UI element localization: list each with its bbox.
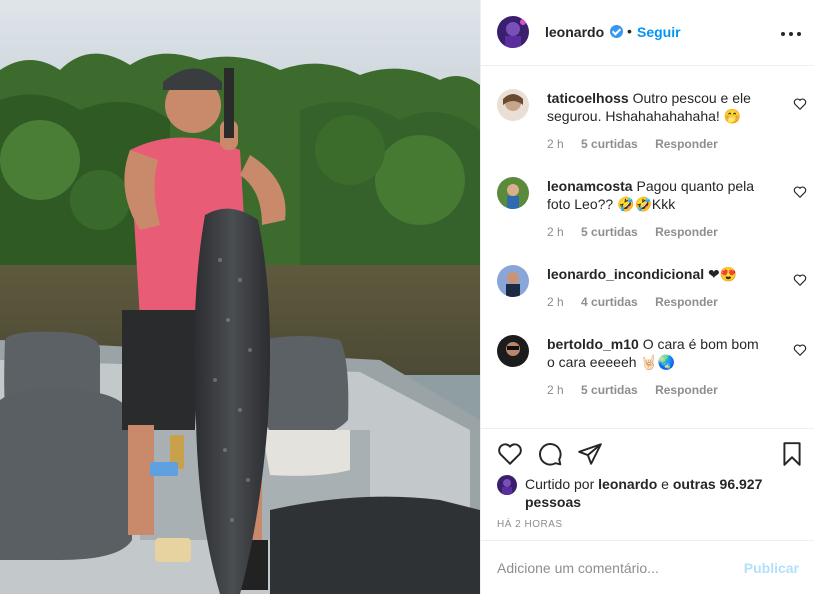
commenter-avatar[interactable] — [497, 335, 529, 367]
comment-time[interactable]: 2 h — [547, 225, 564, 239]
verified-badge-icon — [610, 25, 623, 38]
commenter-username[interactable]: taticoelhoss — [547, 90, 629, 106]
comment-meta: 2 h 5 curtidas Responder — [547, 383, 732, 397]
comment-text: ❤😍 — [708, 266, 738, 282]
comment-time[interactable]: 2 h — [547, 383, 564, 397]
comment-meta: 2 h 5 curtidas Responder — [547, 137, 732, 151]
commenter-avatar[interactable] — [497, 265, 529, 297]
header-separator: • — [627, 23, 632, 39]
reply-button[interactable]: Responder — [655, 225, 718, 239]
follow-button[interactable]: Seguir — [637, 24, 681, 40]
comment-likes[interactable]: 5 curtidas — [581, 225, 638, 239]
comment-heart-icon[interactable] — [793, 343, 807, 357]
reply-button[interactable]: Responder — [655, 295, 718, 309]
commenter-username[interactable]: leonamcosta — [547, 178, 633, 194]
commenter-username[interactable]: leonardo_incondicional — [547, 266, 704, 282]
post-side-panel: leonardo • Seguir taticoelhoss Outro pes… — [480, 0, 814, 594]
post-photo-illustration — [0, 0, 480, 594]
post-time[interactable]: HÁ 2 HORAS — [497, 519, 563, 530]
more-options-icon[interactable] — [781, 24, 801, 44]
comment-heart-icon[interactable] — [793, 273, 807, 287]
author-username[interactable]: leonardo — [545, 24, 604, 40]
commenter-avatar[interactable] — [497, 89, 529, 121]
comment-likes[interactable]: 5 curtidas — [581, 137, 638, 151]
liker-avatar[interactable] — [497, 475, 517, 495]
comment-time[interactable]: 2 h — [547, 295, 564, 309]
commenter-username[interactable]: bertoldo_m10 — [547, 336, 639, 352]
bookmark-icon[interactable] — [779, 441, 805, 467]
publish-button[interactable]: Publicar — [744, 560, 799, 576]
comment-meta: 2 h 4 curtidas Responder — [547, 295, 732, 309]
liked-by-prefix: Curtido por — [525, 476, 595, 492]
post-photo[interactable] — [0, 0, 480, 594]
reply-button[interactable]: Responder — [655, 383, 718, 397]
comment-heart-icon[interactable] — [793, 185, 807, 199]
post-header: leonardo • Seguir — [481, 0, 814, 66]
comment-bubble-icon[interactable] — [537, 441, 563, 467]
heart-icon[interactable] — [497, 441, 523, 467]
comment-input[interactable] — [497, 558, 727, 578]
author-avatar[interactable] — [497, 16, 529, 48]
reply-button[interactable]: Responder — [655, 137, 718, 151]
comments-list[interactable]: taticoelhoss Outro pescou e ele segurou.… — [481, 67, 814, 427]
add-comment-bar: Publicar — [481, 540, 814, 594]
liked-by-user[interactable]: leonardo — [598, 476, 657, 492]
comment-time[interactable]: 2 h — [547, 137, 564, 151]
comment-meta: 2 h 5 curtidas Responder — [547, 225, 732, 239]
post-actions: Curtido por leonardo e outras 96.927 pes… — [481, 428, 814, 540]
comment-heart-icon[interactable] — [793, 97, 807, 111]
paper-plane-icon[interactable] — [577, 441, 603, 467]
comment-likes[interactable]: 5 curtidas — [581, 383, 638, 397]
comment-likes[interactable]: 4 curtidas — [581, 295, 638, 309]
commenter-avatar[interactable] — [497, 177, 529, 209]
liked-by-conj: e — [661, 476, 669, 492]
